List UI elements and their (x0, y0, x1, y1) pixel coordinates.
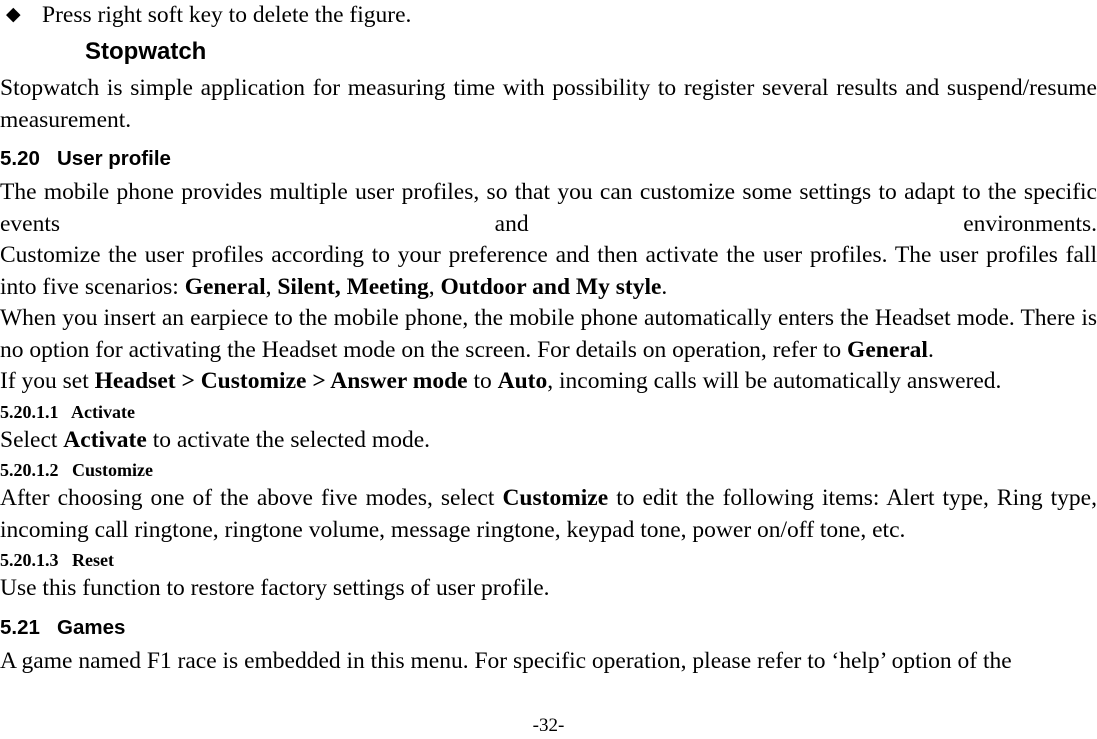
heading-5-20-1-2-title: Customize (72, 460, 153, 480)
heading-5-20-1-3-number: 5.20.1.3 (0, 550, 59, 570)
paragraph-answer-mode: If you set Headset > Customize > Answer … (0, 366, 1097, 398)
paragraph-answer-pre: If you set (0, 368, 95, 394)
emphasis-general: General (184, 273, 266, 300)
bullet-list-item: ◆ Press right soft key to delete the fig… (0, 0, 1097, 30)
heading-5-21-title: Games (57, 615, 126, 639)
paragraph-activate: Select Activate to activate the selected… (0, 425, 1097, 457)
paragraph-reset-text: Use this function to restore factory set… (0, 575, 550, 601)
diamond-bullet-icon: ◆ (6, 4, 21, 25)
paragraph-multiple-profiles-text: The mobile phone provides multiple user … (0, 179, 1097, 237)
heading-5-20-1-2-number: 5.20.1.2 (0, 460, 59, 480)
paragraph-games: A game named F1 race is embedded in this… (0, 646, 1097, 678)
paragraph-headset-end: . (927, 336, 934, 363)
paragraph-multiple-profiles: The mobile phone provides multiple user … (0, 177, 1097, 240)
emphasis-general-ref: General (847, 336, 928, 363)
paragraph-customize-sep1: , (265, 273, 278, 300)
paragraph-answer-end: , incoming calls will be automatically a… (547, 368, 1002, 394)
heading-5-20-number: 5.20 (0, 147, 40, 170)
bullet-item-text: Press right soft key to delete the figur… (42, 2, 412, 28)
heading-section-5-20-1-1: 5.20.1.1 Activate (0, 399, 1097, 425)
heading-section-5-21: 5.21 Games (0, 614, 1097, 642)
heading-5-21-number: 5.21 (0, 615, 40, 639)
heading-section-5-20-1-3: 5.20.1.3 Reset (0, 547, 1097, 573)
paragraph-customize-sep2: , (428, 273, 441, 300)
emphasis-activate: Activate (63, 426, 147, 453)
paragraph-games-text: A game named F1 race is embedded in this… (0, 647, 1012, 674)
paragraph-headset-mode: When you insert an earpiece to the mobil… (0, 303, 1097, 366)
paragraph-customize-end: . (661, 273, 668, 300)
heading-section-5-20-1-2: 5.20.1.2 Customize (0, 457, 1097, 483)
heading-5-20-1-3-title: Reset (72, 550, 114, 570)
paragraph-answer-mid: to (467, 368, 498, 394)
heading-5-20-title: User profile (57, 147, 171, 170)
paragraph-customize2-pre: After choosing one of the above five mod… (0, 485, 503, 511)
heading-5-20-1-1-number: 5.20.1.1 (0, 401, 59, 422)
emphasis-headset-path: Headset > Customize > Answer mode (94, 368, 468, 394)
paragraph-activate-pre: Select (0, 426, 64, 453)
paragraph-customize-items: After choosing one of the above five mod… (0, 483, 1097, 546)
paragraph-stopwatch-description: Stopwatch is simple application for meas… (0, 73, 1097, 136)
page-footer: -32- (0, 715, 1097, 737)
heading-5-20-1-1-title: Activate (71, 401, 135, 422)
emphasis-silent-meeting: Silent, Meeting (277, 273, 429, 300)
emphasis-outdoor-my-style: Outdoor and My style (440, 273, 662, 300)
page-number: -32- (532, 715, 565, 736)
paragraph-activate-end: to activate the selected mode. (146, 426, 430, 453)
paragraph-stopwatch-text: Stopwatch is simple application for meas… (0, 75, 1097, 133)
heading-stopwatch: Stopwatch (85, 38, 207, 65)
heading-section-5-20: 5.20 User profile (0, 145, 1097, 173)
document-page: ◆ Press right soft key to delete the fig… (0, 0, 1097, 739)
paragraph-reset: Use this function to restore factory set… (0, 573, 1097, 605)
paragraph-customize-profiles: Customize the user profiles according to… (0, 240, 1097, 303)
emphasis-customize: Customize (502, 485, 609, 511)
emphasis-auto: Auto (497, 368, 548, 394)
